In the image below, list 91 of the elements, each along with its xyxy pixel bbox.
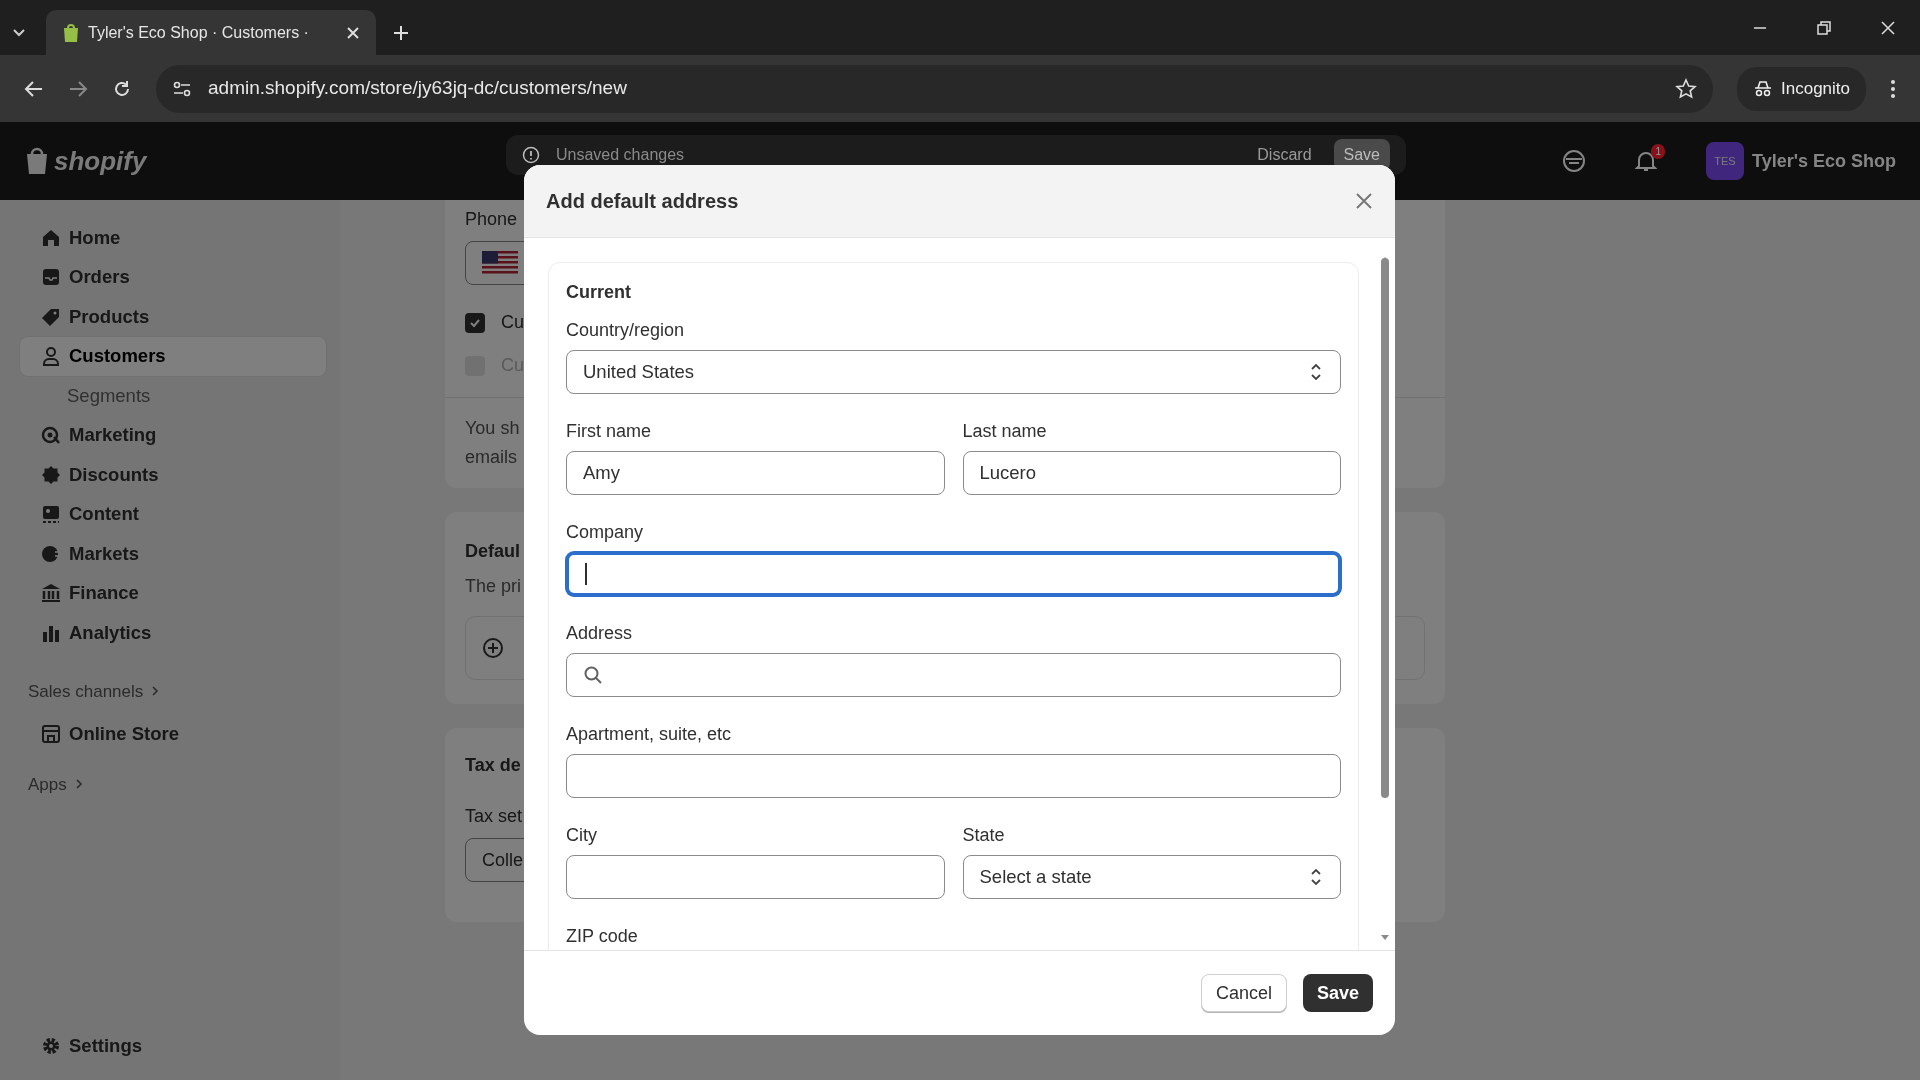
address-bar[interactable]: admin.shopify.com/store/jy63jq-dc/customers/new (156, 64, 1713, 113)
select-field[interactable]: United States (566, 350, 1341, 394)
input-field[interactable] (566, 552, 1341, 596)
modal-title: Add default address (546, 189, 739, 214)
card-title: Tax de (465, 754, 521, 777)
section-heading[interactable]: Sales channels (20, 668, 160, 714)
field-label: Phone (465, 208, 518, 231)
chevron-up-down-icon (1308, 867, 1324, 887)
field-label: City (566, 824, 598, 846)
field-label: Address (566, 622, 634, 644)
scrollbar-thumb[interactable] (1381, 258, 1389, 798)
input-field[interactable] (566, 855, 945, 899)
image-icon (41, 504, 61, 525)
sidebar-item[interactable]: Analytics (20, 613, 326, 653)
sidebar-item[interactable]: Home (20, 218, 326, 258)
tab-title: Tyler's Eco Shop · Customers · (88, 22, 310, 43)
unsaved-changes-text: Unsaved changes (556, 145, 686, 165)
select-value: Select a state (979, 865, 1092, 890)
incognito-icon (1753, 79, 1773, 98)
logo-text: shopify (54, 144, 147, 178)
shopping-bag-icon (24, 146, 50, 176)
incognito-button[interactable]: Incognito (1737, 66, 1866, 111)
sidebar-item[interactable]: Markets (20, 534, 326, 574)
home-icon (41, 227, 61, 248)
field-label: State (962, 824, 1006, 846)
chevron-up-down-icon (1308, 362, 1324, 382)
field-label: First name (566, 420, 653, 442)
add-icon (482, 637, 504, 659)
sidebar-item[interactable]: Content (20, 494, 326, 534)
input-field[interactable] (566, 754, 1341, 798)
field-label: Company (566, 521, 645, 543)
new-tab-icon[interactable] (392, 24, 410, 42)
search-icon (583, 665, 603, 685)
chevron-right-icon (74, 778, 83, 791)
checkbox[interactable] (465, 312, 485, 333)
url-text: admin.shopify.com/store/jy63jq-dc/customers/new (208, 76, 628, 101)
bank-icon (41, 583, 61, 604)
forward-icon[interactable] (68, 78, 88, 99)
search-field[interactable] (566, 653, 1341, 697)
back-icon[interactable] (24, 78, 44, 99)
store-avatar[interactable]: TES (1706, 142, 1744, 180)
reload-icon[interactable] (112, 78, 132, 99)
input-value: Amy (583, 461, 620, 486)
select-value: United States (583, 360, 695, 385)
settings-icon (41, 1036, 61, 1057)
card-title: Defaul (465, 540, 520, 563)
sidebar-item[interactable]: Online Store (20, 714, 326, 754)
tag-icon (41, 306, 61, 327)
more-icon[interactable] (1890, 78, 1896, 99)
shopping-bag-icon (62, 22, 80, 43)
field-label: Apartment, suite, etc (566, 723, 733, 745)
input-field[interactable]: Lucero (962, 451, 1341, 495)
person-icon (41, 346, 61, 367)
restore-icon[interactable] (1816, 19, 1832, 36)
select-field[interactable]: Select a state (962, 855, 1341, 899)
chevron-right-icon (151, 685, 160, 698)
inbox-icon (41, 267, 61, 288)
field-label: Tax set (465, 805, 523, 828)
info-icon (522, 146, 540, 164)
settings-item[interactable]: Settings (20, 1026, 326, 1066)
sidebar-item[interactable]: Customers (20, 336, 326, 376)
star-icon[interactable] (1675, 77, 1697, 100)
sidebar-item[interactable]: Finance (20, 573, 326, 613)
bell-icon[interactable] (1634, 149, 1658, 174)
field-label: Country/region (566, 319, 686, 341)
scroll-down-icon[interactable] (1379, 934, 1391, 942)
sidebar-item[interactable]: Discounts (20, 455, 326, 495)
section-title: Current (566, 281, 632, 303)
notification-count: 1 (1651, 143, 1665, 159)
field-label: Last name (962, 420, 1048, 442)
note-text: You sh (465, 417, 520, 440)
section-heading[interactable]: Apps (20, 761, 83, 807)
note-text: emails (465, 446, 517, 469)
sidebar-item[interactable]: Products (20, 297, 326, 337)
checkbox-label: Cu (501, 311, 524, 334)
sidebar-item[interactable]: Marketing (20, 415, 326, 455)
browser-tab[interactable]: Tyler's Eco Shop · Customers · (46, 10, 376, 55)
target-icon (41, 425, 61, 446)
field-label: ZIP code (566, 925, 639, 947)
flag-icon (482, 251, 518, 275)
discard-button[interactable]: Discard (1251, 142, 1318, 168)
sidebar-item[interactable]: Orders (20, 257, 326, 297)
cancel-button[interactable]: Cancel (1200, 974, 1287, 1012)
sidebar-subitem[interactable]: Segments (20, 376, 326, 416)
store-name[interactable]: Tyler's Eco Shop (1752, 147, 1896, 175)
save-button[interactable]: Save (1302, 974, 1373, 1012)
badge-icon (41, 464, 61, 485)
input-field[interactable]: Amy (566, 451, 945, 495)
card-text: The pri (465, 575, 522, 598)
store-icon (41, 723, 61, 744)
input-value: Lucero (979, 461, 1037, 486)
